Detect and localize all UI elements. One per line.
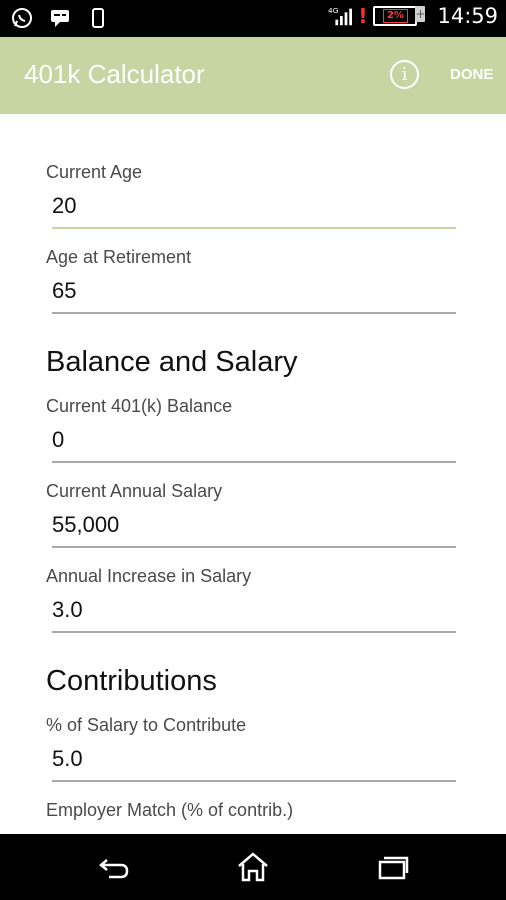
battery-level: 2% — [382, 9, 408, 23]
back-icon[interactable] — [94, 848, 134, 886]
salary-increase-input[interactable] — [52, 597, 456, 633]
app-title: 401k Calculator — [24, 59, 205, 89]
employer-match-label: Employer Match (% of contrib.) — [46, 800, 294, 820]
contribution-pct-field: % of Salary to Contribute — [46, 715, 456, 782]
salary-field: Current Annual Salary — [46, 481, 456, 548]
system-status: 4G ! 2% + 14:59 — [328, 4, 498, 28]
current-age-input[interactable] — [52, 193, 456, 229]
retirement-age-field: Age at Retirement — [46, 247, 456, 314]
status-bar: 4G ! 2% + 14:59 — [0, 0, 506, 37]
app-bar: 401k Calculator i DONE — [0, 37, 506, 114]
svg-text:4G: 4G — [328, 6, 339, 15]
clock: 14:59 — [437, 4, 498, 28]
navigation-bar — [0, 834, 506, 900]
charging-plus-icon: + — [415, 6, 426, 22]
signal-4g-icon: 4G — [328, 4, 353, 28]
salary-label: Current Annual Salary — [46, 481, 223, 501]
done-button[interactable]: DONE — [450, 66, 493, 83]
calculator-form: Current Age Age at Retirement Balance an… — [0, 114, 506, 834]
message-icon — [48, 6, 72, 30]
battery-icon: 2% + — [373, 6, 426, 26]
whatsapp-icon — [10, 6, 34, 30]
balance-input[interactable] — [52, 427, 456, 463]
salary-increase-label: Annual Increase in Salary — [46, 566, 252, 586]
balance-section-heading: Balance and Salary — [46, 346, 298, 378]
balance-field: Current 401(k) Balance — [46, 396, 456, 463]
current-age-label: Current Age — [46, 162, 143, 182]
contribution-pct-label: % of Salary to Contribute — [46, 715, 247, 735]
retirement-age-input[interactable] — [52, 278, 456, 314]
contributions-section-heading: Contributions — [46, 665, 217, 697]
balance-label: Current 401(k) Balance — [46, 396, 233, 416]
salary-input[interactable] — [52, 512, 456, 548]
phone-icon — [86, 6, 110, 30]
notification-icons — [10, 6, 110, 30]
current-age-field: Current Age — [46, 162, 456, 229]
salary-increase-field: Annual Increase in Salary — [46, 566, 456, 633]
alert-icon: ! — [358, 4, 368, 28]
recent-apps-icon[interactable] — [373, 848, 413, 886]
retirement-age-label: Age at Retirement — [46, 247, 192, 267]
info-icon[interactable]: i — [390, 60, 419, 89]
home-icon[interactable] — [233, 848, 273, 886]
contribution-pct-input[interactable] — [52, 746, 456, 782]
